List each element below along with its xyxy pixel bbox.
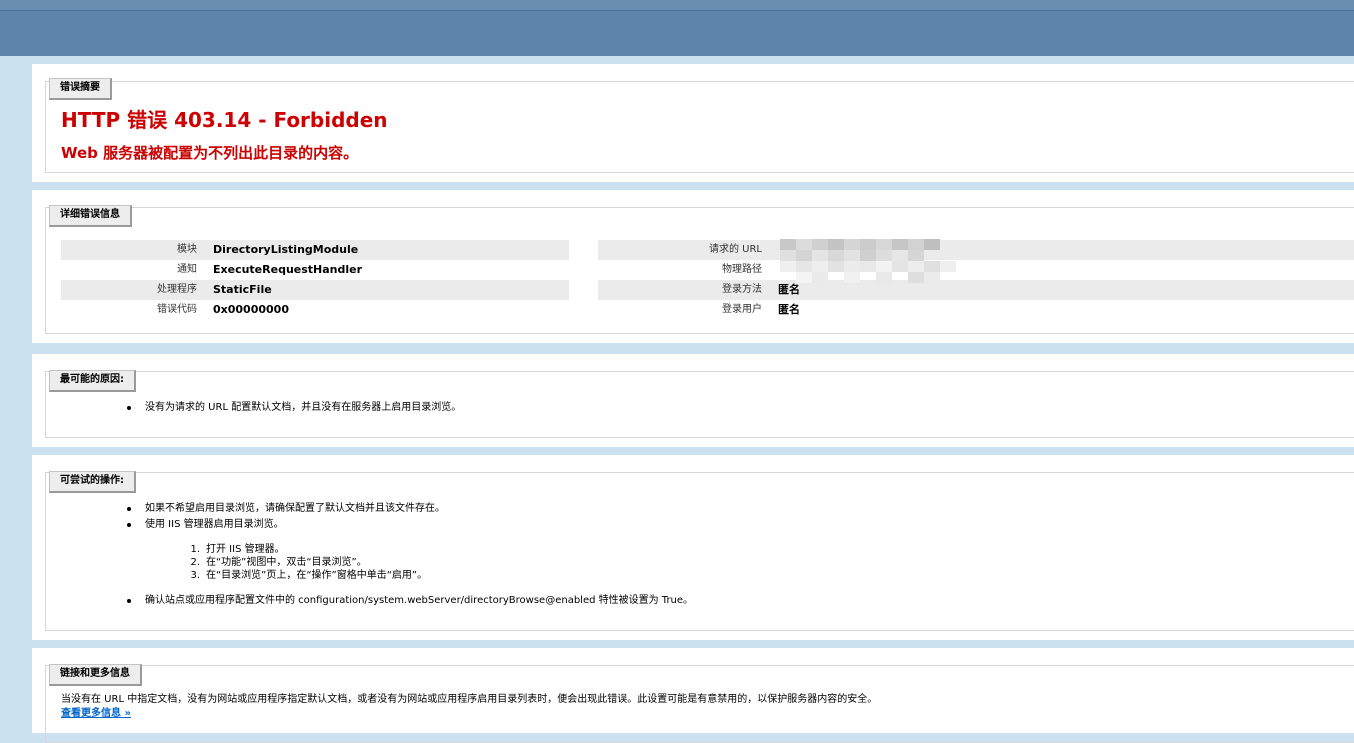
detail-key: 登录用户 [722, 304, 762, 315]
section-legend: 链接和更多信息 [49, 664, 142, 686]
bullet-icon [127, 599, 131, 603]
step-item: 2. 在“功能”视图中，双击“目录浏览”。 [186, 556, 427, 569]
list-item-text: 确认站点或应用程序配置文件中的 configuration/system.web… [145, 595, 694, 606]
detail-row: 错误代码 0x00000000 [61, 300, 569, 320]
redacted-path-blur [780, 239, 970, 285]
bullet-icon [127, 507, 131, 511]
actions-list: 如果不希望启用目录浏览，请确保配置了默认文档并且该文件存在。 使用 IIS 管理… [125, 501, 445, 533]
list-item-text: 如果不希望启用目录浏览，请确保配置了默认文档并且该文件存在。 [145, 503, 445, 514]
detail-key: 物理路径 [722, 264, 762, 275]
links-description: 当没有在 URL 中指定文档，没有为网站或应用程序指定默认文档，或者没有为网站或… [61, 694, 878, 705]
detailed-error-section: 详细错误信息 模块 DirectoryListingModule 通知 Exec… [32, 190, 1354, 343]
detail-key: 模块 [61, 240, 207, 260]
error-title: HTTP 错误 403.14 - Forbidden [61, 108, 388, 132]
step-item: 3. 在“目录浏览”页上，在“操作”窗格中单击“启用”。 [186, 569, 427, 582]
detail-row: 通知 ExecuteRequestHandler [61, 260, 569, 280]
detail-row: 登录方法 匿名 [598, 280, 1354, 300]
detail-value: ExecuteRequestHandler [213, 263, 363, 276]
detail-key: 处理程序 [61, 280, 207, 300]
steps-list: 1. 打开 IIS 管理器。 2. 在“功能”视图中，双击“目录浏览”。 3. 在“目… [186, 543, 427, 582]
detail-value: StaticFile [207, 280, 569, 300]
list-item-text: 没有为请求的 URL 配置默认文档，并且没有在服务器上启用目录浏览。 [145, 402, 462, 413]
detail-row: 模块 DirectoryListingModule [61, 240, 569, 260]
likely-causes-section: 最可能的原因: 没有为请求的 URL 配置默认文档，并且没有在服务器上启用目录浏… [32, 354, 1354, 447]
detail-key: 请求的 URL [598, 240, 772, 260]
detail-key: 登录方法 [598, 280, 772, 300]
step-item: 1. 打开 IIS 管理器。 [186, 543, 427, 556]
bullet-icon [127, 523, 131, 527]
actions-list-continued: 确认站点或应用程序配置文件中的 configuration/system.web… [125, 593, 693, 609]
step-text: 在“功能”视图中，双击“目录浏览”。 [206, 557, 367, 568]
error-summary-section: 错误摘要 HTTP 错误 403.14 - Forbidden Web 服务器被… [32, 64, 1354, 182]
list-item: 确认站点或应用程序配置文件中的 configuration/system.web… [125, 593, 693, 609]
detail-row: 处理程序 StaticFile [61, 280, 569, 300]
page-header [0, 0, 1354, 56]
step-number: 2. [190, 557, 200, 568]
detail-table-right: 请求的 URL 物理路径 登录方法 匿名 登录用户 匿名 [598, 240, 1354, 320]
detail-row: 物理路径 [598, 260, 1354, 280]
detail-value: DirectoryListingModule [207, 240, 569, 260]
detail-table-left: 模块 DirectoryListingModule 通知 ExecuteRequ… [61, 240, 569, 320]
list-item: 没有为请求的 URL 配置默认文档，并且没有在服务器上启用目录浏览。 [125, 400, 461, 416]
list-item: 如果不希望启用目录浏览，请确保配置了默认文档并且该文件存在。 [125, 501, 445, 517]
list-item: 使用 IIS 管理器启用目录浏览。 [125, 517, 445, 533]
detail-row: 请求的 URL [598, 240, 1354, 260]
step-number: 3. [190, 570, 200, 581]
section-legend: 最可能的原因: [49, 370, 136, 392]
step-text: 在“目录浏览”页上，在“操作”窗格中单击“启用”。 [206, 570, 428, 581]
links-section: 链接和更多信息 当没有在 URL 中指定文档，没有为网站或应用程序指定默认文档，… [32, 648, 1354, 743]
more-info-link[interactable]: 查看更多信息 » [61, 707, 131, 721]
causes-list: 没有为请求的 URL 配置默认文档，并且没有在服务器上启用目录浏览。 [125, 400, 461, 416]
error-subtitle: Web 服务器被配置为不列出此目录的内容。 [61, 144, 359, 162]
section-legend: 详细错误信息 [49, 205, 132, 227]
detail-key: 错误代码 [157, 304, 197, 315]
actions-section: 可尝试的操作: 如果不希望启用目录浏览，请确保配置了默认文档并且该文件存在。 使… [32, 455, 1354, 640]
step-number: 1. [190, 544, 200, 555]
detail-value: 0x00000000 [213, 303, 289, 316]
section-legend: 可尝试的操作: [49, 471, 136, 493]
detail-value: 匿名 [778, 303, 800, 316]
list-item-text: 使用 IIS 管理器启用目录浏览。 [145, 519, 284, 530]
step-text: 打开 IIS 管理器。 [206, 544, 285, 555]
bullet-icon [127, 406, 131, 410]
detail-row: 登录用户 匿名 [598, 300, 1354, 320]
detail-key: 通知 [177, 264, 197, 275]
section-legend: 错误摘要 [49, 78, 112, 100]
header-top-band [0, 0, 1354, 11]
